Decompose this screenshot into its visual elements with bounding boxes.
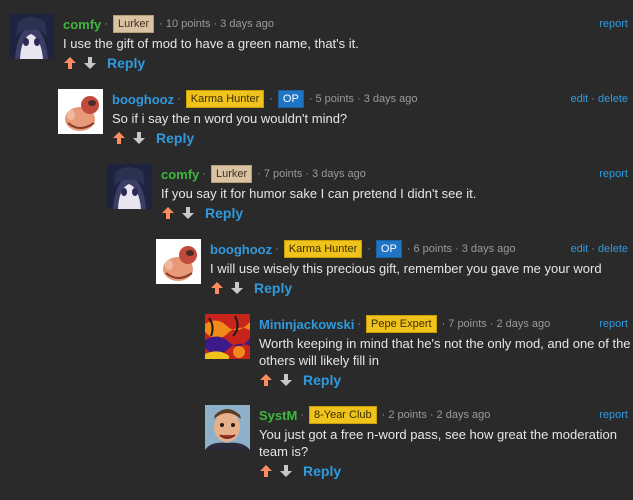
avatar[interactable] bbox=[58, 89, 103, 134]
timestamp: 2 days ago bbox=[436, 409, 491, 421]
reply-button[interactable]: Reply bbox=[254, 280, 292, 296]
downvote-arrow-icon[interactable] bbox=[132, 131, 146, 145]
reply-button[interactable]: Reply bbox=[303, 372, 341, 388]
upvote-arrow-icon[interactable] bbox=[259, 464, 273, 478]
timestamp: 2 days ago bbox=[496, 318, 551, 330]
points: 10 points bbox=[165, 18, 211, 30]
points: 5 points bbox=[315, 93, 355, 105]
downvote-arrow-icon[interactable] bbox=[230, 281, 244, 295]
timestamp: 3 days ago bbox=[220, 18, 274, 30]
comment: Mininjackowski · Pepe Expert · 7 points … bbox=[205, 314, 633, 399]
upvote-arrow-icon[interactable] bbox=[161, 206, 175, 220]
username[interactable]: comfy bbox=[63, 17, 101, 32]
flair-badge: Lurker bbox=[112, 15, 155, 33]
username[interactable]: booghooz bbox=[112, 92, 174, 107]
points: 2 points bbox=[388, 409, 427, 421]
timestamp: 3 days ago bbox=[312, 168, 366, 180]
comment: comfy · Lurker · 10 points · 3 days ago … bbox=[9, 14, 633, 89]
flair-badge: Karma Hunter bbox=[185, 90, 265, 108]
username[interactable]: comfy bbox=[161, 167, 199, 182]
points: 7 points bbox=[263, 168, 303, 180]
comment-text: So if i say the n word you wouldn't mind… bbox=[112, 111, 348, 126]
comment: booghooz · Karma Hunter · OP · 5 points … bbox=[58, 89, 633, 164]
flair-badge: Karma Hunter bbox=[283, 240, 363, 258]
reply-button[interactable]: Reply bbox=[156, 130, 194, 146]
comment-text: You just got a free n-word pass, see how… bbox=[259, 427, 617, 459]
upvote-arrow-icon[interactable] bbox=[63, 56, 77, 70]
username[interactable]: Mininjackowski bbox=[259, 317, 354, 332]
upvote-arrow-icon[interactable] bbox=[112, 131, 126, 145]
report-link[interactable]: report bbox=[599, 409, 628, 421]
comment: booghooz · Karma Hunter · OP · 6 points … bbox=[156, 239, 633, 314]
report-link[interactable]: report bbox=[599, 318, 628, 330]
username[interactable]: SystM bbox=[259, 408, 297, 423]
comment-text: If you say it for humor sake I can prete… bbox=[161, 186, 477, 201]
op-badge: OP bbox=[277, 90, 304, 108]
report-link[interactable]: report bbox=[599, 18, 628, 30]
timestamp: 3 days ago bbox=[461, 243, 516, 255]
comment: comfy · Lurker · 7 points · 3 days ago r… bbox=[107, 164, 633, 239]
flair-badge: Pepe Expert bbox=[366, 315, 437, 333]
username[interactable]: booghooz bbox=[210, 242, 272, 257]
timestamp: 3 days ago bbox=[363, 93, 418, 105]
flair-badge: Lurker bbox=[210, 165, 253, 183]
reply-button[interactable]: Reply bbox=[107, 55, 145, 71]
comment-text: I will use wisely this precious gift, re… bbox=[210, 261, 602, 276]
downvote-arrow-icon[interactable] bbox=[83, 56, 97, 70]
upvote-arrow-icon[interactable] bbox=[259, 373, 273, 387]
delete-link[interactable]: delete bbox=[598, 243, 628, 255]
reply-button[interactable]: Reply bbox=[303, 463, 341, 479]
points: 6 points bbox=[413, 243, 453, 255]
points: 7 points bbox=[448, 318, 487, 330]
report-link[interactable]: report bbox=[599, 168, 628, 180]
downvote-arrow-icon[interactable] bbox=[181, 206, 195, 220]
avatar[interactable] bbox=[205, 405, 250, 450]
avatar[interactable] bbox=[156, 239, 201, 284]
op-badge: OP bbox=[375, 240, 402, 258]
comment-text: Worth keeping in mind that he's not the … bbox=[259, 336, 631, 368]
avatar[interactable] bbox=[107, 164, 152, 209]
comment: SystM · 8-Year Club · 2 points · 2 days … bbox=[205, 405, 633, 490]
edit-link[interactable]: edit bbox=[570, 93, 588, 105]
avatar[interactable] bbox=[205, 314, 250, 359]
flair-badge: 8-Year Club bbox=[308, 406, 377, 424]
upvote-arrow-icon[interactable] bbox=[210, 281, 224, 295]
reply-button[interactable]: Reply bbox=[205, 205, 243, 221]
downvote-arrow-icon[interactable] bbox=[279, 464, 293, 478]
delete-link[interactable]: delete bbox=[598, 93, 628, 105]
comment-text: I use the gift of mod to have a green na… bbox=[63, 36, 359, 51]
avatar[interactable] bbox=[9, 14, 54, 59]
downvote-arrow-icon[interactable] bbox=[279, 373, 293, 387]
edit-link[interactable]: edit bbox=[570, 243, 588, 255]
